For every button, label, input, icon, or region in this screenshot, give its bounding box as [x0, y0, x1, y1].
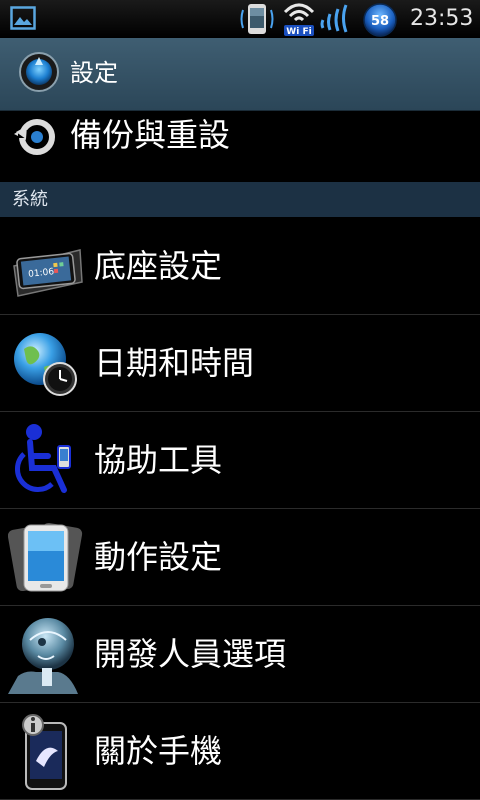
settings-app-icon[interactable]	[18, 51, 60, 93]
page-title: 設定	[70, 59, 118, 87]
settings-item-label: 開發人員選項	[94, 635, 287, 673]
phone-sync-icon	[240, 4, 274, 34]
battery-icon: 58	[362, 2, 398, 38]
status-bar[interactable]: Wi Fi 58 23:53	[0, 0, 480, 38]
developer-xray-icon	[8, 618, 78, 694]
title-bar: 設定	[0, 38, 480, 111]
settings-item-developer-options[interactable]: 開發人員選項	[0, 606, 480, 703]
backup-reset-icon	[14, 119, 55, 155]
wifi-label: Wi Fi	[286, 27, 311, 37]
settings-item-date-time[interactable]: 日期和時間	[0, 315, 480, 412]
settings-item-motion[interactable]: 動作設定	[0, 509, 480, 606]
wifi-icon: Wi Fi	[283, 3, 315, 37]
settings-item-label: 備份與重設	[70, 116, 231, 154]
motion-phone-icon	[8, 522, 83, 592]
globe-clock-icon	[14, 333, 77, 396]
settings-item-label: 協助工具	[94, 441, 223, 479]
battery-level: 58	[371, 14, 389, 29]
gallery-notification-icon	[10, 6, 36, 30]
settings-item-dock[interactable]: 01:06 底座設定	[0, 218, 480, 315]
settings-item-label: 底座設定	[94, 247, 223, 285]
settings-item-label: 關於手機	[94, 732, 223, 770]
settings-item-backup-reset[interactable]: 備份與重設	[0, 110, 480, 182]
about-phone-icon	[22, 714, 67, 790]
section-label: 系統	[12, 189, 48, 210]
dock-icon: 01:06	[13, 249, 83, 297]
section-header-system: 系統	[0, 182, 480, 217]
accessibility-icon	[15, 424, 71, 493]
signal-strength-icon	[320, 4, 348, 33]
settings-item-accessibility[interactable]: 協助工具	[0, 412, 480, 509]
clock: 23:53	[410, 6, 474, 31]
settings-item-about-phone[interactable]: 關於手機	[0, 703, 480, 800]
settings-item-label: 動作設定	[94, 538, 223, 576]
settings-item-label: 日期和時間	[94, 344, 255, 382]
